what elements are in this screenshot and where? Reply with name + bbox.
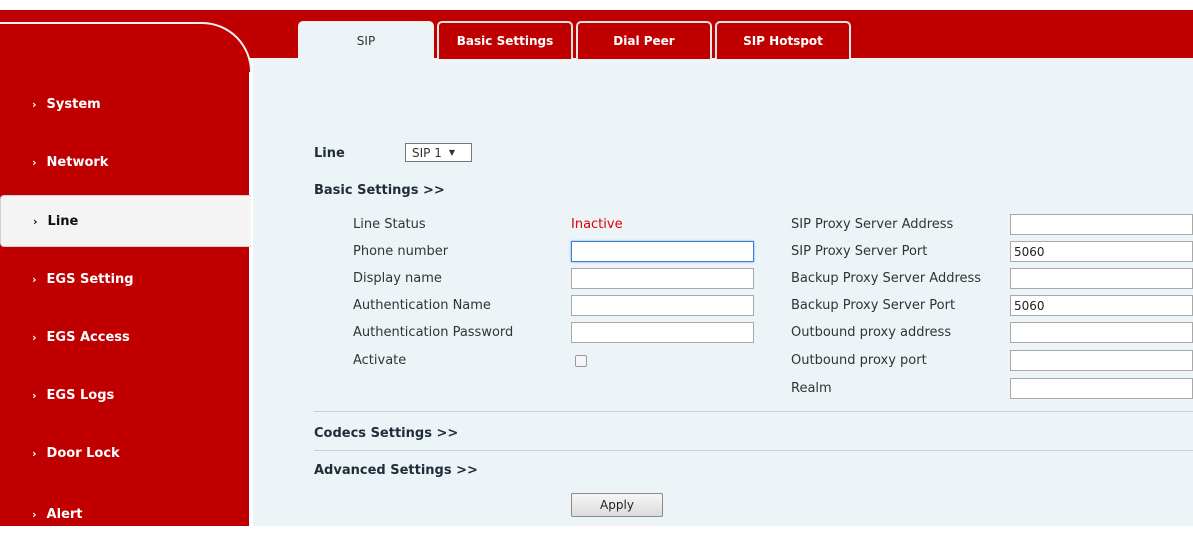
display-name-field[interactable] <box>571 268 754 289</box>
dropdown-arrow-icon: ▼ <box>448 148 455 157</box>
authentication-password-field[interactable] <box>571 322 754 343</box>
authentication-name-label: Authentication Name <box>353 298 491 313</box>
phone-number-label: Phone number <box>353 244 449 259</box>
tab-dial-peer[interactable]: Dial Peer <box>576 21 712 59</box>
sidebar-item-alert[interactable]: › Alert <box>0 488 249 540</box>
activate-label: Activate <box>353 353 407 368</box>
sidebar-item-line[interactable]: › Line <box>0 195 251 247</box>
section-divider <box>314 411 1193 412</box>
sidebar-item-label: Network <box>46 154 109 170</box>
section-divider <box>314 450 1193 451</box>
chevron-right-icon: › <box>33 214 38 228</box>
realm-label: Realm <box>791 381 832 396</box>
line-label: Line <box>314 146 345 161</box>
outbound-proxy-port-label: Outbound proxy port <box>791 353 927 368</box>
line-status-value: Inactive <box>571 217 623 232</box>
apply-button[interactable]: Apply <box>571 493 663 517</box>
display-name-label: Display name <box>353 271 442 286</box>
chevron-right-icon: › <box>32 388 37 402</box>
sidebar-item-label: Line <box>47 213 79 229</box>
outbound-proxy-port-field[interactable] <box>1010 350 1193 371</box>
sip-proxy-port-label: SIP Proxy Server Port <box>791 244 928 259</box>
sidebar-item-label: EGS Access <box>46 329 130 345</box>
advanced-settings-header[interactable]: Advanced Settings >> <box>314 463 478 478</box>
tab-basic-settings[interactable]: Basic Settings <box>437 21 573 59</box>
sidebar-item-network[interactable]: › Network <box>0 136 249 188</box>
sidebar-header <box>0 22 252 72</box>
codecs-settings-header[interactable]: Codecs Settings >> <box>314 426 458 441</box>
outbound-proxy-address-label: Outbound proxy address <box>791 325 952 340</box>
sip-proxy-port-field[interactable] <box>1010 241 1193 262</box>
line-select-value: SIP 1 <box>412 145 442 160</box>
backup-proxy-address-label: Backup Proxy Server Address <box>791 271 982 286</box>
tab-sip-hotspot[interactable]: SIP Hotspot <box>715 21 851 59</box>
sip-proxy-address-field[interactable] <box>1010 214 1193 235</box>
sidebar-item-label: System <box>46 96 101 112</box>
sip-proxy-address-label: SIP Proxy Server Address <box>791 217 954 232</box>
authentication-password-label: Authentication Password <box>353 325 514 340</box>
sidebar-item-label: EGS Logs <box>46 387 115 403</box>
sidebar-item-label: Alert <box>46 506 83 522</box>
backup-proxy-port-label: Backup Proxy Server Port <box>791 298 956 313</box>
realm-field[interactable] <box>1010 378 1193 399</box>
chevron-right-icon: › <box>32 507 37 521</box>
sidebar-item-label: EGS Setting <box>46 271 134 287</box>
chevron-right-icon: › <box>32 155 37 169</box>
phone-number-field[interactable] <box>571 241 754 262</box>
sidebar-item-egs-access[interactable]: › EGS Access <box>0 311 249 363</box>
sidebar-item-egs-logs[interactable]: › EGS Logs <box>0 369 249 421</box>
sidebar-item-door-lock[interactable]: › Door Lock <box>0 427 249 479</box>
line-select[interactable]: SIP 1 ▼ <box>405 143 472 162</box>
chevron-right-icon: › <box>32 272 37 286</box>
chevron-right-icon: › <box>32 330 37 344</box>
sidebar-item-system[interactable]: › System <box>0 78 249 130</box>
chevron-right-icon: › <box>32 97 37 111</box>
sidebar-item-egs-setting[interactable]: › EGS Setting <box>0 253 249 305</box>
backup-proxy-address-field[interactable] <box>1010 268 1193 289</box>
sidebar-item-label: Door Lock <box>46 445 120 461</box>
tab-sip[interactable]: SIP <box>298 21 434 59</box>
outbound-proxy-address-field[interactable] <box>1010 322 1193 343</box>
line-status-label: Line Status <box>353 217 426 232</box>
main-content <box>253 58 1193 526</box>
activate-checkbox[interactable] <box>575 355 587 367</box>
backup-proxy-port-field[interactable] <box>1010 295 1193 316</box>
authentication-name-field[interactable] <box>571 295 754 316</box>
basic-settings-header[interactable]: Basic Settings >> <box>314 183 445 198</box>
chevron-right-icon: › <box>32 446 37 460</box>
